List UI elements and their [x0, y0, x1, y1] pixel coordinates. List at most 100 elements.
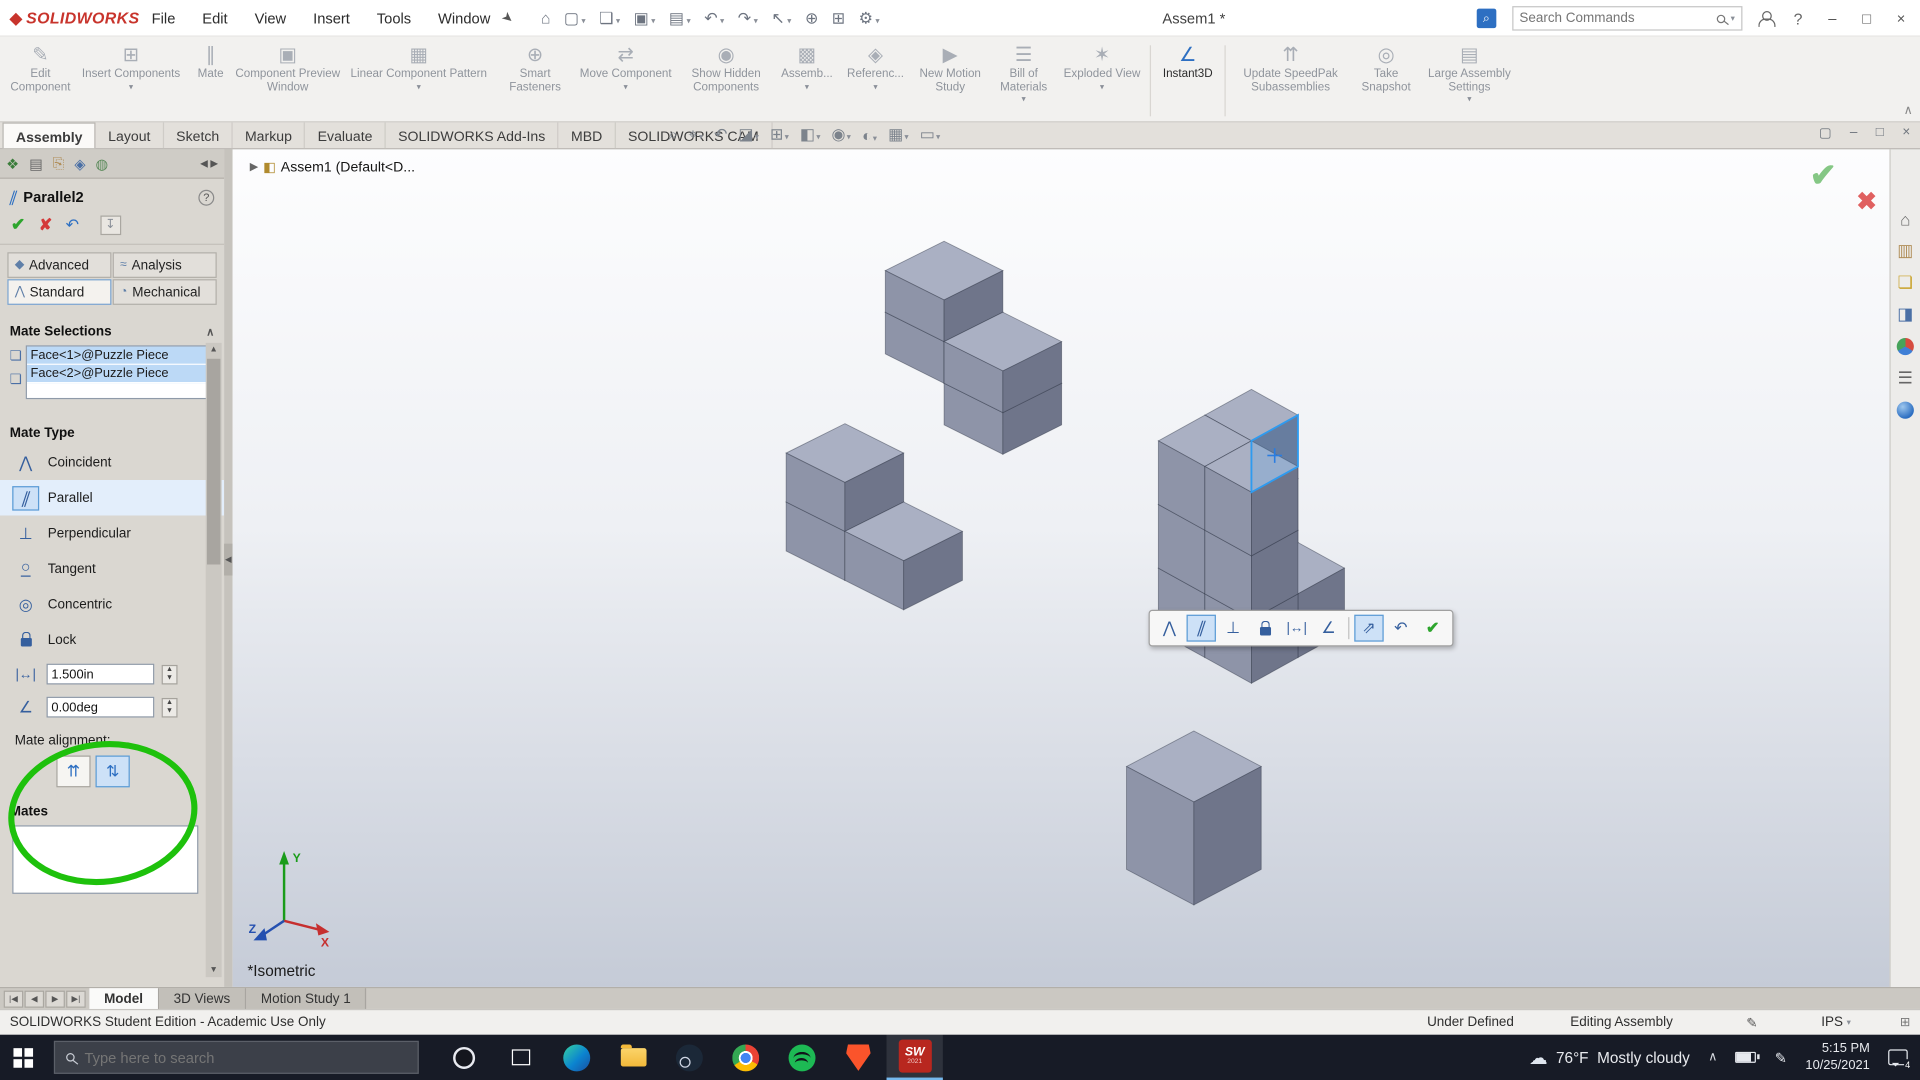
grid-button[interactable]: ⊞: [832, 8, 845, 28]
menu-view[interactable]: View: [255, 9, 287, 26]
ribbon-insert-components[interactable]: ⊞Insert Components▾: [76, 40, 186, 121]
unit-system-selector[interactable]: IPS▾: [1821, 1015, 1851, 1030]
panel-scrollbar[interactable]: ▲ ▼: [206, 343, 222, 977]
view-settings-icon[interactable]: ▭▾: [920, 125, 941, 145]
file-explorer-icon[interactable]: [605, 1035, 661, 1080]
battery-icon[interactable]: [1736, 1052, 1757, 1063]
task-view-icon[interactable]: [492, 1035, 548, 1080]
tab-sketch[interactable]: Sketch: [164, 122, 233, 148]
appearances-icon[interactable]: ◐▾: [862, 126, 877, 144]
angle-input[interactable]: [47, 697, 155, 718]
previous-view-icon[interactable]: ↶: [714, 125, 727, 145]
tab-model[interactable]: Model: [89, 988, 159, 1009]
tab-3d-views[interactable]: 3D Views: [159, 988, 246, 1009]
confirm-corner-cancel-icon[interactable]: ✖: [1856, 186, 1877, 217]
ctx-coincident-button[interactable]: ⋀: [1155, 615, 1184, 642]
ribbon-edit-component[interactable]: ✎Edit Component: [5, 40, 76, 121]
ribbon-exploded-view[interactable]: ✶Exploded View▾: [1058, 40, 1146, 121]
help-icon[interactable]: ?: [1789, 9, 1808, 27]
keep-visible-pin-button[interactable]: ↧: [100, 215, 121, 235]
tab-solidworks-add-ins[interactable]: SOLIDWORKS Add-Ins: [386, 122, 559, 148]
doc-minimize-icon[interactable]: –: [1850, 125, 1858, 141]
mate-type-parallel[interactable]: ∥ Parallel: [0, 480, 224, 516]
doc-close-icon[interactable]: ×: [1902, 125, 1910, 141]
ribbon-collapse-icon[interactable]: ∧: [1904, 104, 1913, 117]
opera-icon[interactable]: [436, 1035, 492, 1080]
viewport-3d[interactable]: ▶ ◧ Assem1 (Default<D... ✔ ✖ ⋀ ∥ ⊥ |↔| ∠…: [233, 149, 1890, 987]
ribbon-take-snapshot[interactable]: ◎Take Snapshot: [1352, 40, 1421, 121]
menu-tools[interactable]: Tools: [377, 9, 411, 26]
cancel-button[interactable]: ✘: [39, 215, 52, 235]
featuremanager-tree-tab[interactable]: ❖: [6, 155, 19, 172]
selection-item[interactable]: Face<1>@Puzzle Piece: [27, 347, 213, 365]
angle-stepper[interactable]: ▲▼: [162, 697, 178, 717]
scrollbar-thumb[interactable]: [207, 359, 220, 565]
panel-splitter[interactable]: ◀: [224, 149, 233, 987]
new-document-button[interactable]: ▢▾: [564, 8, 586, 28]
edge-icon[interactable]: [549, 1035, 605, 1080]
restore-button[interactable]: □: [1857, 10, 1876, 27]
section-view-icon[interactable]: ◪▾: [738, 125, 759, 145]
ribbon-move-component[interactable]: ⇄Move Component▾: [573, 40, 678, 121]
start-button[interactable]: [0, 1035, 54, 1080]
minimize-button[interactable]: –: [1823, 10, 1841, 27]
ribbon-bill-of-materials[interactable]: ☰Bill of Materials▾: [989, 40, 1058, 121]
menu-window[interactable]: Window: [438, 9, 490, 26]
ribbon-new-motion-study[interactable]: ▶New Motion Study: [911, 40, 989, 121]
home-button[interactable]: ⌂: [541, 9, 551, 27]
custom-properties-icon[interactable]: ☰: [1895, 367, 1916, 388]
select-tool-button[interactable]: ↖▾: [771, 8, 791, 28]
ctx-perpendicular-button[interactable]: ⊥: [1218, 615, 1247, 642]
ctx-flip-alignment-button[interactable]: ⇗: [1354, 615, 1383, 642]
file-explorer-icon[interactable]: ❏: [1895, 272, 1916, 293]
last-tab-icon[interactable]: ▶|: [66, 990, 86, 1007]
tab-mbd[interactable]: MBD: [559, 122, 616, 148]
prev-tab-icon[interactable]: ◀: [24, 990, 44, 1007]
ribbon-component-preview-window[interactable]: ▣Component Preview Window: [235, 40, 340, 121]
weather-widget[interactable]: ☁ 76°F Mostly cloudy: [1529, 1046, 1690, 1068]
zoom-fit-icon[interactable]: ⌕: [669, 125, 678, 145]
view-orientation-icon[interactable]: ⊞▾: [770, 125, 789, 145]
tab-evaluate[interactable]: Evaluate: [305, 122, 386, 148]
appearances-scenes-icon[interactable]: [1895, 336, 1916, 357]
undo-button[interactable]: ↶▾: [704, 8, 724, 28]
mates-list[interactable]: [12, 825, 198, 894]
configurationmanager-tab[interactable]: ⎘: [53, 154, 65, 172]
mate-type-tangent[interactable]: ○ Tangent: [0, 551, 224, 587]
tab-layout[interactable]: Layout: [96, 122, 164, 148]
first-tab-icon[interactable]: |◀: [4, 990, 24, 1007]
tag-icon[interactable]: ⊞: [1900, 1016, 1910, 1029]
puzzle-piece-top[interactable]: [885, 241, 1061, 454]
ctx-angle-button[interactable]: ∠: [1314, 615, 1343, 642]
mate-selections-header[interactable]: Mate Selections ∧: [0, 317, 224, 343]
tab-markup[interactable]: Markup: [233, 122, 306, 148]
scroll-down-icon[interactable]: ▼: [209, 964, 217, 977]
account-icon[interactable]: [1758, 11, 1773, 26]
command-search-input[interactable]: [1519, 11, 1712, 26]
taskbar-clock[interactable]: 5:15 PM 10/25/2021: [1805, 1041, 1869, 1074]
scroll-up-icon[interactable]: ▲: [209, 343, 217, 356]
mates-header[interactable]: Mates ∧: [0, 797, 224, 823]
mate-type-lock[interactable]: Lock: [0, 622, 224, 658]
panel-help-icon[interactable]: ?: [198, 189, 214, 205]
tab-advanced-mates[interactable]: ◆Advanced: [7, 252, 111, 278]
ctx-distance-button[interactable]: |↔|: [1282, 615, 1311, 642]
ribbon-large-assembly-settings[interactable]: ▤Large Assembly Settings▾: [1420, 40, 1518, 121]
ribbon-update-speedpak[interactable]: ⇈Update SpeedPak Subassemblies: [1229, 40, 1351, 121]
chrome-icon[interactable]: [718, 1035, 774, 1080]
action-center-icon[interactable]: 4: [1888, 1049, 1908, 1065]
scene-icon[interactable]: ▦▾: [888, 125, 909, 145]
selection-item[interactable]: Face<2>@Puzzle Piece: [27, 365, 213, 383]
tab-assembly[interactable]: Assembly: [2, 122, 95, 148]
ctx-ok-button[interactable]: ✔: [1418, 615, 1447, 642]
view-palette-icon[interactable]: ◨: [1895, 304, 1916, 325]
solidworks-taskbar-icon[interactable]: SW2021: [887, 1035, 943, 1080]
doc-restore-icon[interactable]: □: [1876, 125, 1884, 141]
displaymanager-tab[interactable]: ◍: [95, 155, 108, 172]
tree-expand-icon[interactable]: ▶: [250, 160, 258, 173]
save-button[interactable]: ▣▾: [634, 8, 656, 28]
puzzle-pieces-canvas[interactable]: [233, 149, 1890, 987]
show-hidden-icons-icon[interactable]: ∧: [1708, 1051, 1717, 1064]
home-tab-icon[interactable]: ⌂: [1895, 208, 1916, 229]
redo-button[interactable]: ↷▾: [738, 8, 758, 28]
